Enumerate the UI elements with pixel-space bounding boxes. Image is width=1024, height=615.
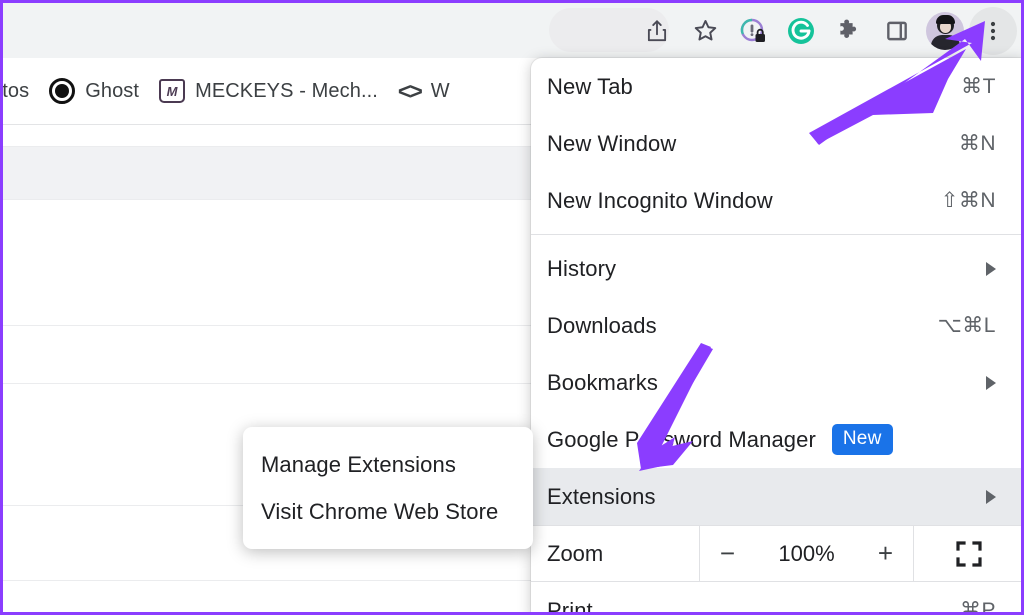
fullscreen-button[interactable]	[914, 526, 1021, 581]
bookmark-item-meckeys[interactable]: M MECKEYS - Mech...	[149, 73, 388, 109]
menu-item-downloads[interactable]: Downloads ⌥⌘L	[531, 297, 1021, 354]
menu-item-label: New Incognito Window	[547, 187, 773, 213]
menu-item-label: New Window	[547, 130, 677, 156]
menu-item-google-password-manager[interactable]: Google Password Manager New	[531, 411, 1021, 468]
zoom-label-text: Zoom	[547, 540, 604, 566]
chrome-main-menu: New Tab ⌘T New Window ⌘N New Incognito W…	[531, 58, 1021, 615]
submenu-item-label: Manage Extensions	[261, 451, 456, 477]
bookmark-item-photos[interactable]: otos	[3, 74, 39, 109]
bookmark-star-icon[interactable]	[681, 7, 729, 55]
zoom-in-button[interactable]: +	[874, 538, 898, 569]
share-icon[interactable]	[633, 7, 681, 55]
menu-item-shortcut: ⌘P	[959, 599, 996, 615]
zoom-label: Zoom	[531, 526, 699, 581]
menu-item-new-window[interactable]: New Window ⌘N	[531, 115, 1021, 172]
avatar	[926, 11, 964, 50]
bookmark-label: Ghost	[85, 79, 140, 102]
ghost-favicon	[49, 78, 76, 104]
bookmark-label: W	[430, 79, 450, 102]
toolbar-icon-group	[633, 3, 1017, 58]
extensions-submenu: Manage Extensions Visit Chrome Web Store	[243, 427, 533, 549]
menu-item-new-tab[interactable]: New Tab ⌘T	[531, 58, 1021, 115]
browser-window: otos Ghost M MECKEYS - Mech... <> W New …	[0, 0, 1024, 615]
submenu-item-visit-chrome-web-store[interactable]: Visit Chrome Web Store	[243, 488, 533, 535]
menu-item-label: New Tab	[547, 73, 633, 99]
menu-item-label: History	[547, 255, 617, 281]
menu-item-history[interactable]: History	[531, 240, 1021, 297]
menu-item-label: Bookmarks	[547, 369, 658, 395]
zoom-level-value: 100%	[778, 540, 835, 566]
grammarly-icon[interactable]	[777, 7, 825, 55]
menu-item-shortcut: ⌘N	[958, 132, 996, 155]
chevron-right-icon	[986, 261, 996, 276]
browser-toolbar	[3, 3, 1021, 58]
profile-avatar[interactable]	[921, 7, 969, 55]
chevron-right-icon	[986, 489, 996, 504]
menu-separator	[531, 234, 1021, 235]
menu-item-label: Downloads	[547, 312, 657, 338]
menu-item-new-incognito-window[interactable]: New Incognito Window ⇧⌘N	[531, 172, 1021, 229]
bookmark-item-w[interactable]: <> W	[388, 72, 460, 111]
submenu-item-label: Visit Chrome Web Store	[261, 498, 499, 524]
side-panel-icon[interactable]	[873, 7, 921, 55]
zoom-out-button[interactable]: −	[716, 538, 740, 569]
extensions-puzzle-icon[interactable]	[825, 7, 873, 55]
menu-item-print[interactable]: Print... ⌘P	[531, 582, 1021, 615]
bookmark-label: otos	[3, 79, 30, 102]
zoom-controls: − 100% +	[699, 526, 914, 581]
menu-item-label: Extensions	[547, 483, 656, 509]
submenu-item-manage-extensions[interactable]: Manage Extensions	[243, 441, 533, 488]
menu-item-shortcut: ⌘T	[961, 75, 996, 98]
code-favicon: <>	[397, 77, 423, 104]
bookmark-label: MECKEYS - Mech...	[195, 79, 378, 102]
menu-item-extensions[interactable]: Extensions	[531, 468, 1021, 525]
privacy-lock-icon[interactable]	[729, 7, 777, 55]
menu-item-shortcut: ⌥⌘L	[937, 314, 996, 337]
chrome-menu-icon[interactable]	[969, 6, 1017, 55]
menu-item-bookmarks[interactable]: Bookmarks	[531, 354, 1021, 411]
chevron-right-icon	[986, 375, 996, 390]
bookmark-item-ghost[interactable]: Ghost	[39, 72, 149, 110]
menu-item-label: Google Password Manager	[547, 426, 816, 452]
status-badge: New	[831, 424, 893, 455]
menu-row-zoom: Zoom − 100% +	[531, 525, 1021, 582]
meckeys-favicon: M	[159, 79, 186, 103]
menu-item-shortcut: ⇧⌘N	[940, 189, 996, 212]
menu-item-label: Print...	[547, 597, 612, 615]
